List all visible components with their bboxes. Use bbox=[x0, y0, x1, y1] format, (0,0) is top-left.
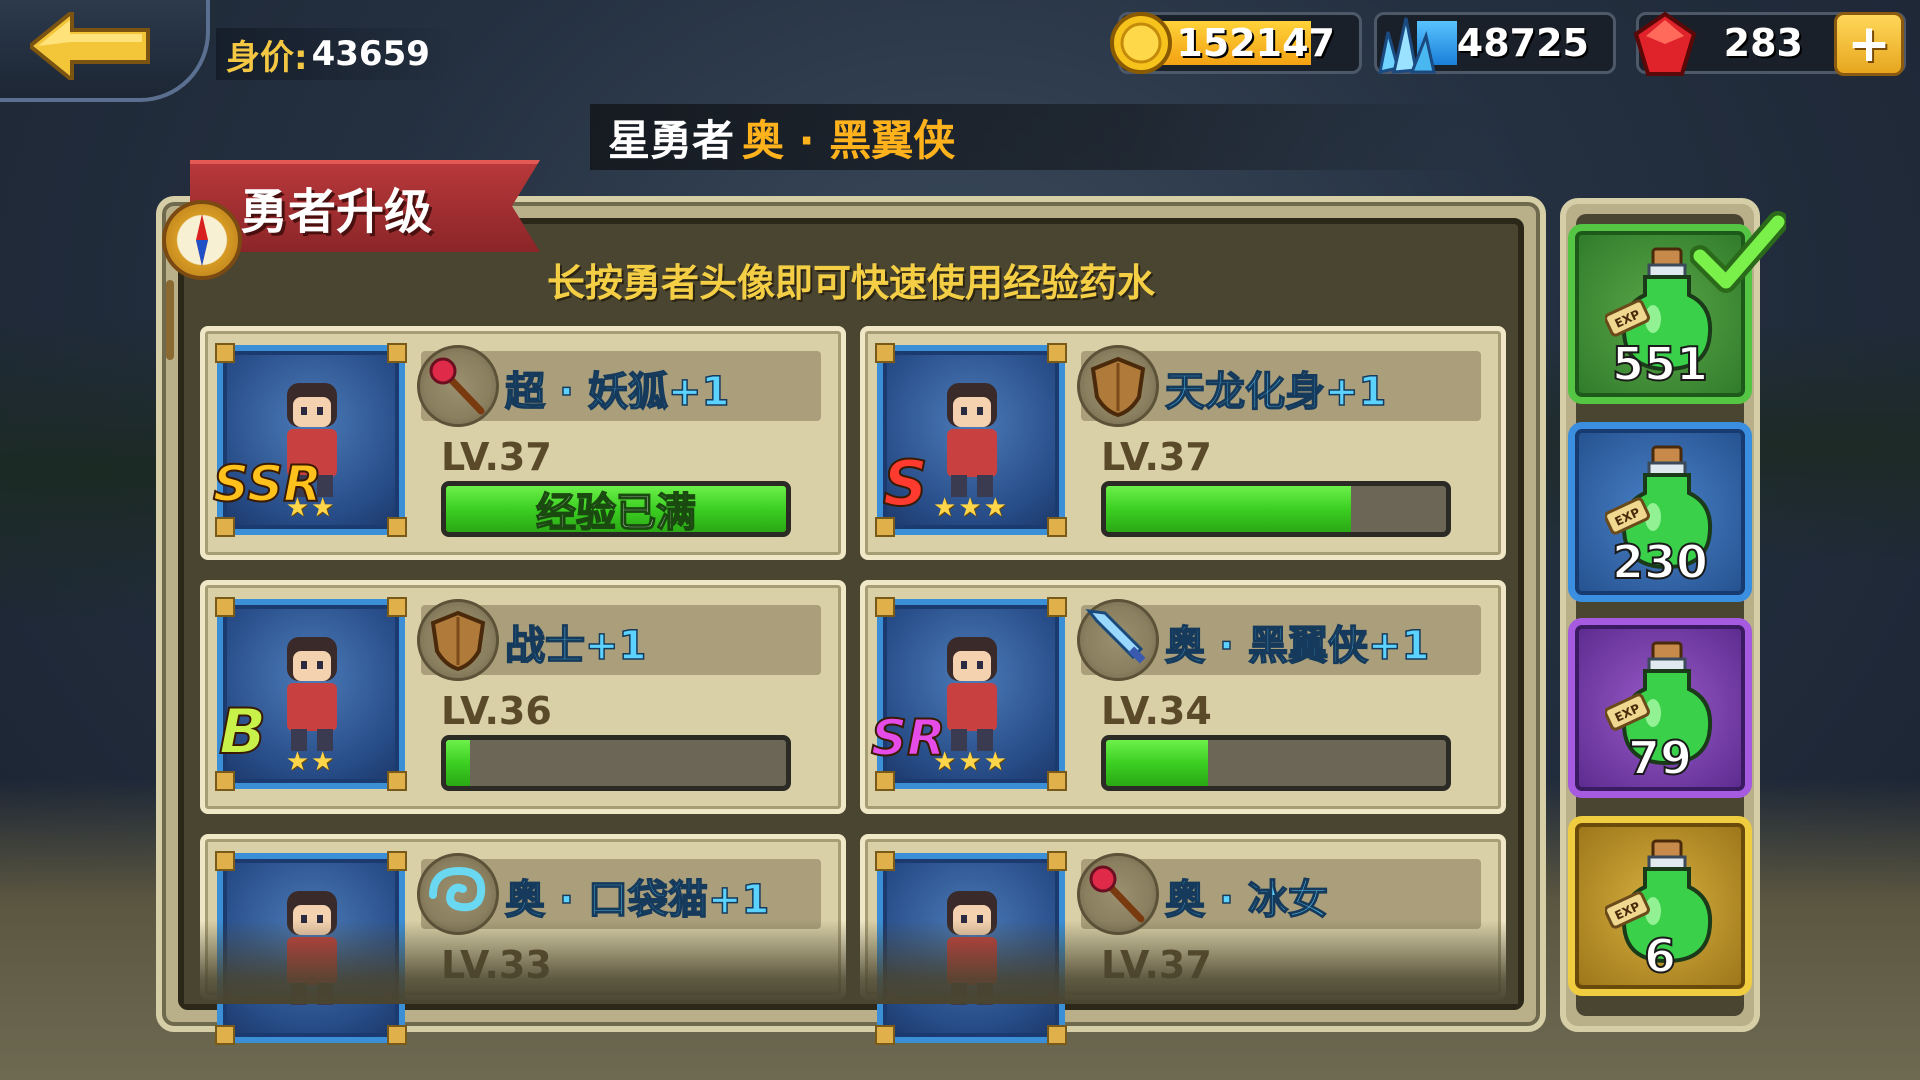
portrait-corner bbox=[1047, 1025, 1067, 1045]
exp-bar bbox=[1101, 735, 1451, 791]
sword-icon bbox=[1077, 599, 1159, 681]
staff-icon bbox=[417, 345, 499, 427]
shield-icon bbox=[1077, 345, 1159, 427]
portrait-corner bbox=[875, 851, 895, 871]
hero-level: LV.34 bbox=[1101, 689, 1212, 733]
potion-count: 6 bbox=[1643, 928, 1677, 984]
selected-check-icon bbox=[1690, 211, 1786, 293]
ruby-icon bbox=[1633, 11, 1697, 76]
exp-status bbox=[446, 740, 786, 786]
portrait-corner bbox=[875, 597, 895, 617]
hero-portrait[interactable]: ★★★ S bbox=[875, 343, 1067, 537]
list-fade bbox=[184, 920, 1518, 1004]
crystal-value: 48725 bbox=[1456, 21, 1589, 65]
hero-level: LV.37 bbox=[441, 435, 552, 479]
exp-status: 经验已满 bbox=[535, 489, 697, 536]
portrait-corner bbox=[215, 597, 235, 617]
portrait-corner bbox=[875, 1025, 895, 1045]
portrait-corner bbox=[1047, 343, 1067, 363]
hero-title: 星勇者 奥 · 黑翼侠 bbox=[590, 104, 1490, 170]
potion-count: 551 bbox=[1611, 336, 1709, 392]
portrait-corner bbox=[215, 343, 235, 363]
portrait-corner bbox=[875, 343, 895, 363]
potion-count: 230 bbox=[1611, 534, 1709, 590]
hero-portrait[interactable]: ★★★ SR bbox=[870, 597, 1067, 791]
portrait-corner bbox=[1047, 851, 1067, 871]
hero-name: 奥 · 冰女 bbox=[1164, 876, 1329, 924]
hero-card[interactable]: ★★★ S 天龙化身+1 LV.37 bbox=[860, 326, 1506, 560]
portrait-corner bbox=[387, 343, 407, 363]
hero-portrait[interactable]: ★★ SSR bbox=[212, 343, 407, 537]
panel-title: 勇者升级 bbox=[240, 184, 433, 240]
potion-count: 79 bbox=[1627, 730, 1693, 786]
hero-card[interactable]: ★★★ SR 奥 · 黑翼侠+1 LV.34 bbox=[860, 580, 1506, 814]
hero-name: 超 · 妖狐+1 bbox=[504, 368, 730, 416]
hero-portrait[interactable]: ★★ B bbox=[215, 597, 407, 791]
portrait-corner bbox=[387, 597, 407, 617]
hint-text: 长按勇者头像即可快速使用经验药水 bbox=[546, 261, 1155, 305]
hero-name: 奥 · 黑翼侠+1 bbox=[1164, 622, 1430, 670]
hero-card[interactable]: ★★ B 战士+1 LV.36 bbox=[200, 580, 846, 814]
exp-status bbox=[1106, 740, 1446, 786]
hero-level: LV.36 bbox=[441, 689, 552, 733]
hero-title-prefix: 星勇者 bbox=[608, 115, 735, 165]
portrait-corner bbox=[215, 1025, 235, 1045]
add-currency-button[interactable]: + bbox=[1834, 12, 1904, 76]
hero-rank-badge: SR bbox=[870, 708, 947, 768]
hero-rank-badge: S bbox=[882, 446, 929, 521]
worth-value: 43659 bbox=[311, 34, 430, 74]
portrait-corner bbox=[387, 1025, 407, 1045]
back-arrow-icon bbox=[30, 12, 150, 80]
crystal-icon bbox=[1378, 17, 1436, 74]
hero-level: LV.37 bbox=[1101, 435, 1212, 479]
portrait-corner bbox=[387, 851, 407, 871]
exp-potion-slot[interactable]: EXP 230 bbox=[1568, 422, 1752, 602]
back-button[interactable] bbox=[0, 0, 210, 102]
hero-card[interactable]: ★★ SSR 超 · 妖狐+1 LV.37 经验已满 bbox=[200, 326, 846, 560]
exp-bar bbox=[1101, 481, 1451, 537]
compass-rope bbox=[166, 280, 174, 360]
portrait-corner bbox=[1047, 597, 1067, 617]
plus-icon: + bbox=[1847, 14, 1891, 74]
hero-name: 天龙化身+1 bbox=[1164, 368, 1387, 416]
hero-rank-badge: SSR bbox=[212, 454, 323, 514]
hero-name: 奥 · 口袋猫+1 bbox=[504, 876, 770, 924]
gold-value: 152147 bbox=[1176, 21, 1335, 65]
player-worth: 身价: 43659 bbox=[216, 28, 460, 80]
exp-potion-slot[interactable]: EXP 79 bbox=[1568, 618, 1752, 798]
portrait-corner bbox=[215, 851, 235, 871]
hero-name: 战士+1 bbox=[504, 622, 647, 670]
exp-bar: 经验已满 bbox=[441, 481, 791, 537]
hero-rank-badge: B bbox=[218, 694, 267, 769]
worth-label: 身价: bbox=[226, 37, 308, 78]
shield-icon bbox=[417, 599, 499, 681]
exp-status bbox=[1106, 486, 1446, 532]
gold-coin-icon bbox=[1110, 12, 1172, 74]
exp-potion-slot[interactable]: EXP 6 bbox=[1568, 816, 1752, 996]
exp-bar bbox=[441, 735, 791, 791]
hero-title-name: 奥 · 黑翼侠 bbox=[742, 115, 956, 165]
ruby-value: 283 bbox=[1723, 21, 1803, 65]
